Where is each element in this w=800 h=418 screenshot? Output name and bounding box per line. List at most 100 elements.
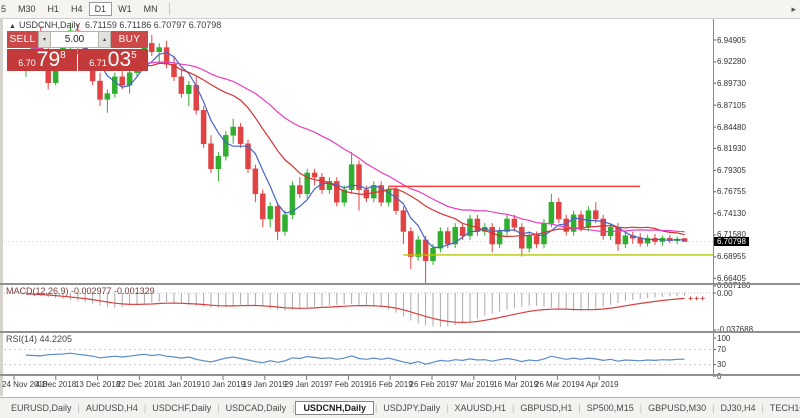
- candle-down: [593, 211, 598, 219]
- timeframe-button-d1[interactable]: D1: [89, 2, 113, 16]
- price-axis-label: 6.79305: [717, 166, 746, 175]
- candle-up: [216, 156, 221, 169]
- chart-collapse-icon[interactable]: ▲: [9, 23, 16, 30]
- buy-price-button[interactable]: 6.71 03 5: [78, 49, 148, 71]
- candle-up: [527, 236, 532, 249]
- timeframe-button-mn[interactable]: MN: [138, 2, 164, 16]
- candle-down: [253, 169, 258, 194]
- candle-up: [105, 94, 110, 100]
- chart-tab-gbpusd-m30[interactable]: GBPUSD,M30: [643, 401, 711, 415]
- sell-price-button[interactable]: 6.70 79 8: [7, 49, 77, 71]
- chart-title: ▲USDCNH,Daily 6.71159 6.71186 6.70797 6.…: [9, 20, 221, 30]
- chart-tabs-bar: EURUSD,Daily|AUDUSD,H4|USDCHF,Daily|USDC…: [0, 397, 800, 418]
- price-axis-label: 6.89730: [717, 79, 746, 88]
- candle-down: [179, 77, 184, 94]
- chart-tab-tech100-h1[interactable]: TECH100,H1: [765, 401, 800, 415]
- candle-up: [549, 202, 554, 223]
- chart-tab-audusd-h4[interactable]: AUDUSD,H4: [81, 401, 143, 415]
- candle-down: [297, 186, 302, 194]
- volume-input[interactable]: 5.00: [51, 31, 98, 48]
- panel-divider[interactable]: [0, 283, 800, 285]
- sell-price-big-digits: 79: [37, 51, 60, 69]
- volume-decrement-button[interactable]: ▾: [38, 31, 51, 48]
- timeframe-button-w1[interactable]: W1: [112, 2, 138, 16]
- candle-down: [120, 77, 125, 85]
- buy-price-big-digits: 03: [108, 51, 131, 69]
- date-axis-label: 16 Mar 2019: [493, 380, 538, 389]
- macd-axis-label: 0.00: [717, 289, 733, 298]
- price-axis-label: 6.87105: [717, 101, 746, 110]
- window-left-border: [0, 18, 3, 396]
- candle-up: [623, 236, 628, 244]
- sell-button[interactable]: SELL: [7, 31, 38, 48]
- timeframe-toolbar: 5M30H1H4D1W1MN: [0, 0, 800, 19]
- candle-down: [445, 231, 450, 244]
- candle-down: [616, 227, 621, 244]
- chart-tab-eurusd-daily[interactable]: EURUSD,Daily: [6, 401, 77, 415]
- chart-tab-sp500-m15[interactable]: SP500,M15: [582, 401, 639, 415]
- date-axis-label: 22 Dec 2018: [117, 380, 162, 389]
- panel-divider[interactable]: [0, 374, 800, 376]
- rsi-line: [26, 353, 685, 364]
- date-axis-label: 10 Jan 2019: [201, 380, 245, 389]
- candle-down: [408, 231, 413, 256]
- candle-down: [475, 219, 480, 232]
- candle-down: [638, 238, 643, 243]
- buy-button[interactable]: BUY: [111, 31, 148, 48]
- date-axis-label: 1 Jan 2019: [161, 380, 201, 389]
- date-axis-label: 26 Mar 2019: [535, 380, 580, 389]
- macd-projection-cross: [701, 296, 705, 300]
- candle-down: [534, 236, 539, 244]
- trade-prices-row: 6.70 79 8 6.71 03 5: [7, 49, 148, 71]
- candle-down: [98, 81, 103, 99]
- toolbar-separator: [169, 3, 170, 15]
- chart-tab-gbpusd-h1[interactable]: GBPUSD,H1: [515, 401, 577, 415]
- chart-tab-usdcnh-daily[interactable]: USDCNH,Daily: [295, 401, 374, 415]
- timeframe-button-h4[interactable]: H4: [65, 2, 89, 16]
- panel-divider[interactable]: [0, 331, 800, 333]
- buy-price-pip-digit: 5: [131, 50, 137, 61]
- one-click-trading-panel: SELL ▾ 5.00 ▴ BUY 6.70 79 8 6.71 03 5: [7, 31, 148, 71]
- date-axis-label: 7 Feb 2019: [328, 380, 368, 389]
- date-axis-label: 29 Jan 2019: [285, 380, 329, 389]
- current-price-marker: 6.70798: [714, 237, 749, 246]
- sell-price-prefix: 6.70: [18, 58, 36, 68]
- chart-tab-usdchf-daily[interactable]: USDCHF,Daily: [147, 401, 216, 415]
- chart-tab-usdcad-daily[interactable]: USDCAD,Daily: [221, 401, 292, 415]
- candle-up: [283, 215, 288, 232]
- candle-up: [268, 206, 273, 219]
- chart-tab-dj30-h4[interactable]: DJ30,H4: [715, 401, 760, 415]
- date-axis-label: 4 Dec 2018: [35, 380, 76, 389]
- candle-up: [186, 85, 191, 93]
- volume-increment-button[interactable]: ▴: [98, 31, 111, 48]
- candle-down: [275, 206, 280, 231]
- tabs-scroll-right-icon[interactable]: ▸: [791, 4, 796, 15]
- candle-up: [438, 231, 443, 248]
- tab-separator: |: [292, 403, 294, 413]
- candle-down: [512, 219, 517, 227]
- candle-up: [157, 48, 162, 52]
- trade-controls-row: SELL ▾ 5.00 ▴ BUY: [7, 31, 148, 48]
- chart-ohlc-values: 6.71159 6.71186 6.70797 6.70798: [85, 20, 221, 30]
- plot-right-border: [713, 19, 714, 376]
- date-axis: 24 Nov 20184 Dec 201813 Dec 201822 Dec 2…: [0, 377, 800, 396]
- tab-separator: |: [712, 403, 714, 413]
- timeframe-button-5[interactable]: 5: [0, 2, 12, 16]
- chart-tab-xauusd-h1[interactable]: XAUUSD,H1: [450, 401, 512, 415]
- price-axis-label: 6.92280: [717, 57, 746, 66]
- candle-up: [497, 231, 502, 244]
- chart-tab-usdjpy-daily[interactable]: USDJPY,Daily: [378, 401, 445, 415]
- tab-separator: |: [144, 403, 146, 413]
- timeframe-button-m30[interactable]: M30: [12, 2, 42, 16]
- tab-separator: |: [78, 403, 80, 413]
- candle-up: [571, 215, 576, 232]
- candle-down: [238, 127, 243, 144]
- candle-down: [201, 110, 206, 143]
- candle-down: [519, 227, 524, 248]
- candle-down: [260, 194, 265, 219]
- moving-average-line: [26, 48, 685, 232]
- timeframe-button-h1[interactable]: H1: [42, 2, 66, 16]
- rsi-indicator-label: RSI(14) 44.2205: [6, 334, 72, 344]
- rsi-axis-label: 30: [717, 360, 726, 369]
- tab-separator: |: [640, 403, 642, 413]
